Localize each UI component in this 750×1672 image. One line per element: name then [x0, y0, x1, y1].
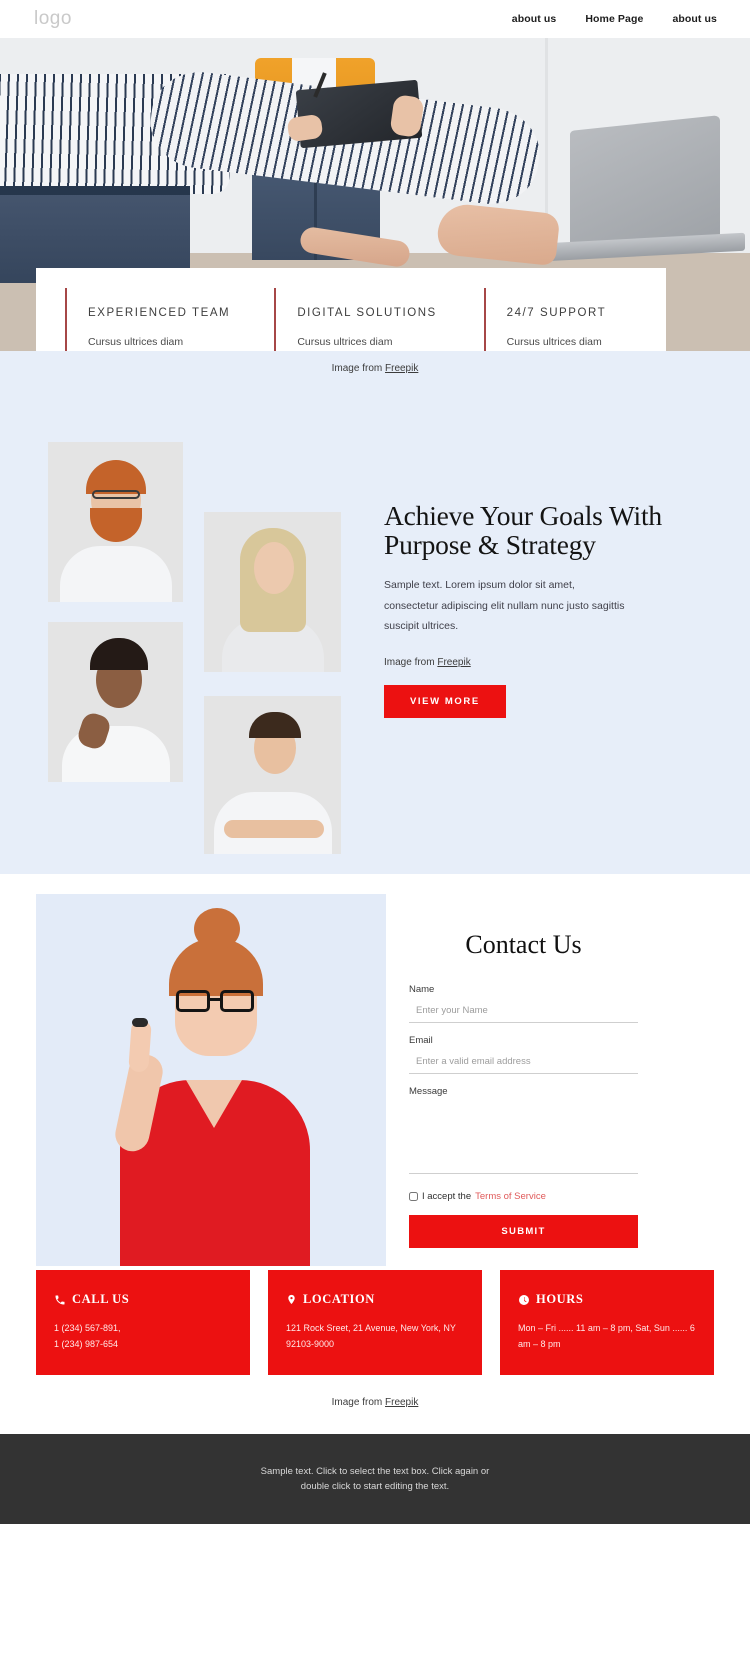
team-photo-young-man [204, 696, 341, 854]
feature-subtitle: Cursus ultrices diam [297, 335, 393, 348]
hero-section: EXPERIENCED TEAM Cursus ultrices diam DI… [0, 38, 750, 351]
feature-card: EXPERIENCED TEAM Cursus ultrices diam DI… [36, 268, 666, 351]
phone-icon [55, 1295, 65, 1304]
team-photo-blonde-woman [204, 512, 341, 672]
laptop-screen [570, 115, 720, 253]
feature-digital-solutions: DIGITAL SOLUTIONS Cursus ultrices diam [274, 287, 456, 351]
credit-prefix: Image from [331, 1397, 385, 1408]
feature-title: EXPERIENCED TEAM [88, 306, 231, 319]
hair [249, 712, 301, 738]
team-section: Achieve Your Goals With Purpose & Strate… [0, 374, 750, 874]
name-input[interactable] [409, 1002, 638, 1023]
info-card-body: 1 (234) 567-891, 1 (234) 987-654 [54, 1323, 121, 1349]
team-photo-smiling-woman [48, 622, 183, 782]
logo[interactable]: logo [34, 8, 72, 30]
contact-photo-woman-pointing [36, 894, 386, 1266]
glasses-right-lens [220, 990, 254, 1012]
submit-button[interactable]: SUBMIT [409, 1215, 638, 1248]
info-card-title: LOCATION [303, 1292, 375, 1306]
nav-item-home-page[interactable]: Home Page [585, 13, 643, 25]
team-photo-bearded-man [48, 442, 183, 602]
crossed-arms [224, 820, 324, 838]
person-belt-left [0, 186, 190, 195]
fingernail [132, 1018, 148, 1027]
feature-experienced-team: EXPERIENCED TEAM Cursus ultrices diam [65, 287, 247, 351]
feature-support: 24/7 SUPPORT Cursus ultrices diam [483, 287, 666, 351]
contact-heading: Contact Us [465, 930, 582, 959]
glasses [92, 490, 140, 499]
info-card-title: CALL US [72, 1292, 130, 1306]
email-field-group: Email [409, 1035, 638, 1074]
nav-item-about-us-2[interactable]: about us [672, 13, 717, 25]
beard [90, 508, 142, 542]
message-label: Message [409, 1086, 448, 1097]
name-label: Name [409, 984, 435, 995]
team-image-credit: Image from Freepik [384, 657, 674, 668]
credit-prefix: Image from [331, 363, 385, 374]
contact-row: Contact Us Name Email Message I accept t… [0, 880, 750, 1268]
info-card-body: Mon – Fri ...... 11 am – 8 pm, Sat, Sun … [518, 1323, 695, 1349]
terms-row: I accept the Terms of Service [409, 1191, 638, 1202]
info-card-header: LOCATION [286, 1292, 464, 1307]
hair [90, 638, 148, 670]
clock-icon [519, 1294, 529, 1305]
pointing-finger [128, 1019, 152, 1073]
info-card-location: LOCATION 121 Rock Sreet, 21 Avenue, New … [268, 1270, 482, 1375]
glasses-bridge [209, 998, 221, 1001]
torso [60, 546, 172, 602]
site-header: logo about us Home Page about us [0, 0, 750, 38]
info-card-hours: HOURS Mon – Fri ...... 11 am – 8 pm, Sat… [500, 1270, 714, 1375]
terms-label: I accept the [422, 1191, 472, 1202]
info-card-header: CALL US [54, 1292, 232, 1307]
glasses-left-lens [176, 990, 210, 1012]
face [254, 542, 294, 594]
team-heading: Achieve Your Goals With Purpose & Strate… [384, 500, 662, 561]
location-pin-icon [288, 1294, 295, 1305]
team-band: Image from Freepik Achieve Your Goals Wi… [0, 351, 750, 874]
main-nav: about us Home Page about us [512, 13, 717, 25]
info-card-header: HOURS [518, 1292, 696, 1307]
view-more-button[interactable]: VIEW MORE [384, 684, 506, 718]
feature-subtitle: Cursus ultrices diam [88, 335, 184, 348]
nav-item-about-us-1[interactable]: about us [512, 13, 557, 25]
freepik-link[interactable]: Freepik [385, 363, 418, 374]
feature-subtitle: Cursus ultrices diam [506, 335, 602, 348]
name-field-group: Name [409, 984, 638, 1023]
message-textarea[interactable] [409, 1102, 638, 1174]
terms-of-service-link[interactable]: Terms of Service [475, 1191, 546, 1202]
contact-image-credit: Image from Freepik [0, 1375, 750, 1434]
terms-checkbox[interactable] [409, 1192, 418, 1201]
message-field-group: Message [409, 1086, 638, 1179]
feature-title: DIGITAL SOLUTIONS [297, 306, 437, 319]
contact-section: Contact Us Name Email Message I accept t… [0, 874, 750, 1434]
info-card-body: 121 Rock Sreet, 21 Avenue, New York, NY … [286, 1323, 456, 1349]
hair-bun [194, 908, 240, 950]
hair [86, 460, 146, 494]
credit-prefix: Image from [384, 656, 438, 668]
contact-form: Contact Us Name Email Message I accept t… [409, 930, 638, 1248]
footer-text: Sample text. Click to select the text bo… [260, 1465, 490, 1492]
hero-image-credit: Image from Freepik [0, 351, 750, 374]
feature-title: 24/7 SUPPORT [506, 306, 607, 319]
freepik-link[interactable]: Freepik [385, 1397, 418, 1408]
email-input[interactable] [409, 1053, 638, 1074]
team-copy: Achieve Your Goals With Purpose & Strate… [384, 501, 674, 718]
info-card-call-us: CALL US 1 (234) 567-891, 1 (234) 987-654 [36, 1270, 250, 1375]
site-footer: Sample text. Click to select the text bo… [0, 1434, 750, 1524]
info-card-title: HOURS [536, 1292, 584, 1306]
info-cards: CALL US 1 (234) 567-891, 1 (234) 987-654… [0, 1270, 750, 1375]
landing-page: logo about us Home Page about us EXPERIE… [0, 0, 750, 1524]
email-label: Email [409, 1035, 433, 1046]
team-paragraph: Sample text. Lorem ipsum dolor sit amet,… [384, 579, 625, 633]
freepik-link[interactable]: Freepik [437, 657, 470, 668]
